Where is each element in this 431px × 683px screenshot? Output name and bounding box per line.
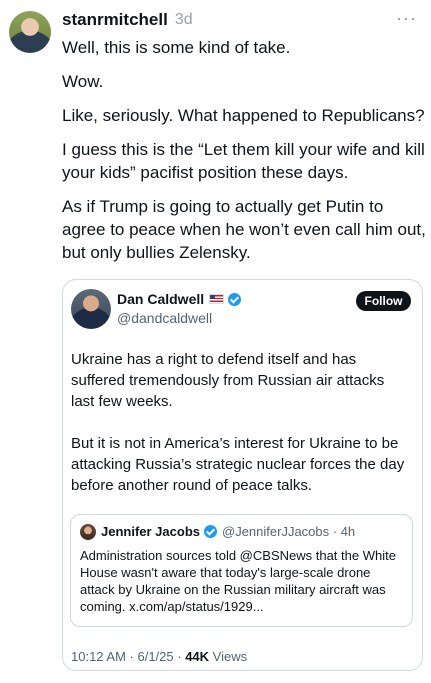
quoted-post-card[interactable]: Dan Caldwell @dandcaldwell Follow Ukrain…: [62, 279, 423, 671]
verified-badge-icon: [228, 292, 242, 306]
post-paragraph: As if Trump is going to actually get Put…: [62, 197, 426, 262]
verified-badge-icon: [204, 525, 217, 538]
follow-button[interactable]: Follow: [356, 291, 411, 311]
post-body: Well, this is some kind of take. Wow. Li…: [62, 36, 427, 275]
post-paragraph: Wow.: [62, 72, 104, 91]
nested-meta: @JenniferJJacobs · 4h: [222, 524, 356, 539]
post-header: stanrmitchell 3d ···: [62, 9, 421, 31]
quoted-timestamp[interactable]: 10:12 AM · 6/1/25 ·: [71, 649, 185, 664]
us-flag-icon: [209, 294, 225, 304]
quoted-handle[interactable]: @dandcaldwell: [117, 310, 212, 326]
post-time[interactable]: 3d: [175, 11, 193, 29]
nested-avatar[interactable]: [80, 524, 96, 540]
quoted-footer: 10:12 AM · 6/1/25 · 44K Views: [71, 649, 247, 664]
post-paragraph: I guess this is the “Let them kill your …: [62, 140, 425, 182]
views-count: 44K: [185, 649, 210, 664]
avatar[interactable]: [9, 11, 51, 53]
quoted-name-row: Dan Caldwell: [117, 291, 242, 307]
quoted-paragraph: But it is not in America’s interest for …: [71, 435, 405, 494]
quoted-avatar[interactable]: [71, 289, 111, 329]
nested-header: Jennifer Jacobs @JenniferJJacobs · 4h: [101, 524, 355, 539]
post-paragraph: Well, this is some kind of take.: [62, 38, 291, 57]
nested-body: Administration sources told @CBSNews tha…: [80, 548, 396, 614]
more-options-icon[interactable]: ···: [396, 9, 417, 27]
nested-display-name[interactable]: Jennifer Jacobs: [101, 524, 200, 539]
quoted-paragraph: Ukraine has a right to defend itself and…: [71, 351, 385, 410]
nested-quoted-post[interactable]: Jennifer Jacobs @JenniferJJacobs · 4h Ad…: [70, 514, 413, 627]
views-label: Views: [209, 649, 248, 664]
quoted-body: Ukraine has a right to defend itself and…: [71, 349, 411, 517]
post-paragraph: Like, seriously. What happened to Republ…: [62, 106, 425, 125]
username[interactable]: stanrmitchell: [62, 10, 168, 30]
quoted-display-name[interactable]: Dan Caldwell: [117, 291, 204, 307]
